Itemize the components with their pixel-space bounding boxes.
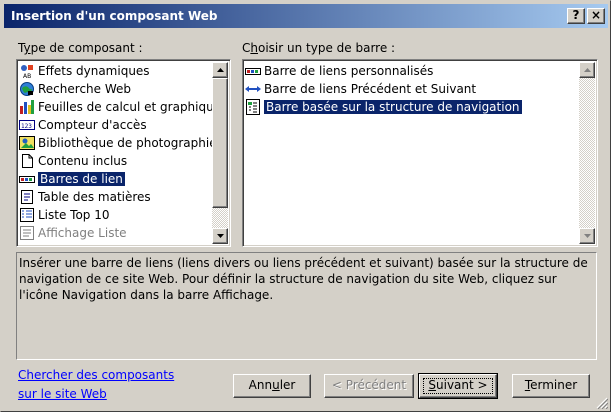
- custom-link-bar-icon: [245, 63, 261, 79]
- list-item-bibliotheque-photo[interactable]: Bibliothèque de photographie: [19, 134, 217, 152]
- description-panel: Insérer une barre de liens (liens divers…: [16, 252, 597, 360]
- close-icon: ×: [590, 8, 602, 22]
- close-button[interactable]: ×: [587, 8, 605, 24]
- list-item-navigation-structure-bar[interactable]: Barre basée sur la structure de navigati…: [245, 98, 522, 116]
- dialog-window: Insertion d'un composant Web ? × Type de…: [0, 0, 611, 412]
- left-list-scrollbar[interactable]: [212, 62, 228, 244]
- next-button[interactable]: Suivant >: [418, 373, 498, 399]
- cancel-button[interactable]: Annuler: [233, 374, 311, 398]
- svg-text:123: 123: [21, 123, 32, 130]
- document-icon: [19, 153, 35, 169]
- bar-type-label: Choisir un type de barre :: [242, 41, 396, 55]
- globe-search-icon: [19, 81, 35, 97]
- list-item-recherche-web[interactable]: Recherche Web: [19, 80, 131, 98]
- scroll-up-button[interactable]: [579, 62, 595, 78]
- list-item-affichage-liste[interactable]: Affichage Liste: [19, 224, 127, 242]
- previous-button[interactable]: < Précédent: [324, 374, 414, 398]
- list-icon: [19, 207, 35, 223]
- effects-icon: AB: [19, 63, 35, 79]
- description-text: Insérer une barre de liens (liens divers…: [19, 256, 588, 302]
- spreadsheet-chart-icon: [19, 99, 35, 115]
- arrow-down-icon: [583, 234, 591, 238]
- arrow-up-icon: [216, 68, 224, 72]
- help-button[interactable]: ?: [567, 8, 585, 24]
- list-item-feuilles-de-calcul[interactable]: Feuilles de calcul et graphique: [19, 98, 221, 116]
- arrow-down-icon: [216, 234, 224, 238]
- window-title: Insertion d'un composant Web: [11, 9, 218, 23]
- component-type-list[interactable]: AB Effets dynamiques Recherche Web Feuil…: [16, 59, 231, 247]
- list-item-contenu-inclus[interactable]: Contenu inclus: [19, 152, 127, 170]
- component-type-label: Type de composant :: [18, 41, 143, 55]
- list-item-compteur-acces[interactable]: 123 Compteur d'accès: [19, 116, 147, 134]
- photo-icon: [19, 135, 35, 151]
- title-bar[interactable]: Insertion d'un composant Web ? ×: [4, 4, 608, 28]
- find-components-link-line1[interactable]: Chercher des composants: [18, 368, 174, 382]
- list-item-table-des-matieres[interactable]: Table des matières: [19, 188, 151, 206]
- list-item-custom-link-bar[interactable]: Barre de liens personnalisés: [245, 62, 433, 80]
- arrow-up-icon: [583, 68, 591, 72]
- svg-text:AB: AB: [23, 73, 31, 79]
- list-view-icon: [19, 225, 35, 241]
- bar-type-list[interactable]: Barre de liens personnalisés Barre de li…: [242, 59, 598, 247]
- list-item-effets-dynamiques[interactable]: AB Effets dynamiques: [19, 62, 150, 80]
- finish-button[interactable]: Terminer: [512, 374, 590, 398]
- navigation-structure-icon: [245, 99, 261, 115]
- counter-icon: 123: [19, 117, 35, 133]
- toc-icon: [19, 189, 35, 205]
- resize-grip-icon[interactable]: [596, 397, 608, 409]
- link-bar-icon: [19, 171, 35, 187]
- list-item-prev-next-bar[interactable]: Barre de liens Précédent et Suivant: [245, 80, 476, 98]
- focus-indicator: [423, 378, 493, 394]
- list-item-barres-de-lien[interactable]: Barres de lien: [19, 170, 125, 188]
- list-item-liste-top-10[interactable]: Liste Top 10: [19, 206, 110, 224]
- scroll-up-button[interactable]: [212, 62, 228, 78]
- help-icon: ?: [572, 8, 580, 22]
- scroll-down-button[interactable]: [579, 228, 595, 244]
- prev-next-arrows-icon: [245, 81, 261, 97]
- find-components-link-line2[interactable]: sur le site Web: [18, 387, 107, 401]
- scroll-thumb[interactable]: [212, 78, 228, 208]
- right-list-scrollbar[interactable]: [579, 62, 595, 244]
- scroll-down-button[interactable]: [212, 228, 228, 244]
